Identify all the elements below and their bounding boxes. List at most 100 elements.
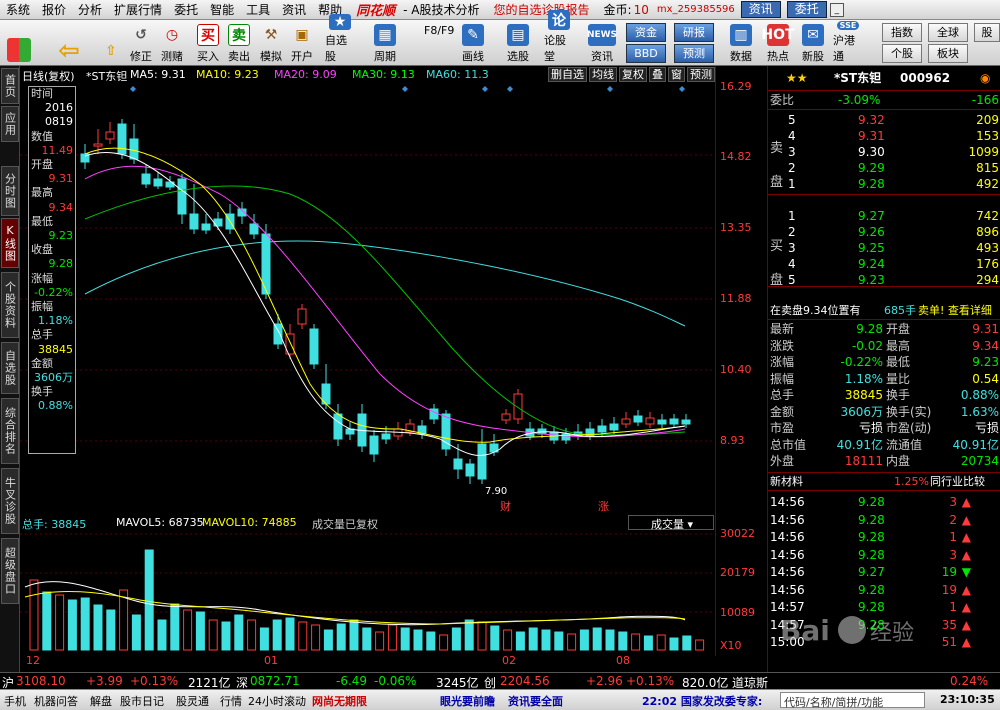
- global-button[interactable]: 全球: [928, 23, 968, 42]
- indicator-dropdown[interactable]: 成交量 ▾: [628, 515, 714, 531]
- back-button[interactable]: ⇦: [54, 22, 84, 66]
- star-icon[interactable]: ★★: [786, 68, 808, 88]
- index-button[interactable]: 指数: [882, 23, 922, 42]
- fund-button[interactable]: 资金: [626, 23, 666, 42]
- info-value-label: 数值: [31, 129, 53, 143]
- minimize-icon[interactable]: _: [829, 2, 844, 17]
- overlay-button[interactable]: 叠: [649, 67, 666, 82]
- ma-button[interactable]: 均线: [589, 67, 617, 82]
- divider: [768, 490, 1000, 491]
- period-button[interactable]: ▦ 周期: [370, 22, 400, 64]
- tab-intraday[interactable]: 分时图: [1, 166, 19, 216]
- data-button[interactable]: ▥ 数据: [726, 22, 756, 64]
- open-account-button[interactable]: ▣ 开户: [287, 22, 317, 64]
- forecast-button[interactable]: 预测: [674, 44, 714, 63]
- tab-diagnosis[interactable]: 牛叉诊股: [1, 468, 19, 534]
- menu-news[interactable]: 资讯: [276, 1, 312, 18]
- research-button[interactable]: 研报: [674, 23, 714, 42]
- status-analysis[interactable]: 解盘: [90, 693, 112, 709]
- stock-button[interactable]: 股: [974, 23, 1000, 42]
- arrow-up-icon: ⇧: [105, 43, 117, 59]
- grid-view-button[interactable]: [4, 22, 34, 64]
- hot-button[interactable]: HOT 热点: [761, 22, 795, 64]
- color-wheel-icon[interactable]: ◉: [980, 68, 990, 88]
- status-gulingtong[interactable]: 股灵通: [176, 693, 209, 709]
- volume-chart[interactable]: [20, 532, 715, 652]
- axis-price-3: 13.35: [720, 221, 752, 234]
- sell-level-row[interactable]: 2 9.29 815: [768, 160, 1000, 176]
- buy-level-row[interactable]: 1 9.27 742: [768, 208, 1000, 224]
- sell-level-row[interactable]: 1 9.28 492: [768, 176, 1000, 192]
- fix-button[interactable]: ↺ 修正: [126, 22, 156, 64]
- window-button[interactable]: 窗: [668, 67, 685, 82]
- watchlist-button[interactable]: ★ 自选股: [325, 14, 355, 64]
- test-button[interactable]: ◷ 测赌: [157, 22, 187, 64]
- sell-level-row[interactable]: 3 9.30 1099: [768, 144, 1000, 160]
- tab-home[interactable]: 首页: [1, 68, 19, 104]
- sell-level-row[interactable]: 4 9.31 153: [768, 128, 1000, 144]
- simulate-button[interactable]: ⚒ 模拟: [256, 22, 286, 64]
- trade-button[interactable]: 委托: [786, 1, 827, 18]
- tab-apps[interactable]: 应用: [1, 106, 19, 142]
- promo-link[interactable]: 您的自选诊股报告: [494, 1, 590, 18]
- sz-index[interactable]: 0872.71: [250, 674, 300, 688]
- buy-button[interactable]: 买买入: [193, 22, 223, 64]
- kline-chart[interactable]: 7.90 财 涨: [20, 84, 715, 514]
- buy-level-row[interactable]: 3 9.25 493: [768, 240, 1000, 256]
- sector-button[interactable]: 板块: [928, 44, 968, 63]
- industry-compare-button[interactable]: 同行业比较: [930, 474, 985, 490]
- axis-month-12: 12: [26, 654, 40, 667]
- remove-watchlist-button[interactable]: 删自选: [548, 67, 587, 82]
- draw-line-button[interactable]: ✎ 画线: [458, 22, 488, 64]
- menu-system[interactable]: 系统: [0, 1, 36, 18]
- menu-analysis[interactable]: 分析: [72, 1, 108, 18]
- ad-text-2[interactable]: 眼光要前瞻: [440, 693, 495, 709]
- menu-trade[interactable]: 委托: [168, 1, 204, 18]
- sh-index[interactable]: 3108.10: [16, 674, 66, 688]
- level-number: 2: [788, 225, 796, 239]
- news-ticker[interactable]: 22:02 国家发改委专家:: [642, 693, 762, 709]
- predict-button[interactable]: 预测: [687, 67, 715, 82]
- ipo-button[interactable]: ✉ 新股: [798, 22, 828, 64]
- menu-tools[interactable]: 工具: [240, 1, 276, 18]
- ad-text-1[interactable]: 网尚无期限: [312, 693, 367, 709]
- status-diary[interactable]: 股市日记: [120, 693, 164, 709]
- news-button[interactable]: 资讯: [740, 1, 781, 18]
- hk-connect-button[interactable]: SSE 沪港通: [833, 21, 863, 64]
- cy-index[interactable]: 2204.56: [500, 674, 550, 688]
- single-stock-button[interactable]: 个股: [882, 44, 922, 63]
- marker-finance[interactable]: 财: [500, 499, 511, 513]
- user-account[interactable]: mx_259385596: [657, 4, 735, 15]
- menu-quote[interactable]: 报价: [36, 1, 72, 18]
- sell-alert-link[interactable]: 卖单! 查看详细: [918, 303, 992, 319]
- status-qa[interactable]: 机器问答: [34, 693, 78, 709]
- axis-price-1: 16.29: [720, 80, 752, 93]
- sell-button[interactable]: 卖卖出: [224, 22, 254, 64]
- up-button[interactable]: ⇧: [96, 22, 126, 64]
- adjust-button[interactable]: 复权: [619, 67, 647, 82]
- buy-level-row[interactable]: 2 9.26 896: [768, 224, 1000, 240]
- ad-text-3[interactable]: 资讯要全面: [508, 693, 563, 709]
- status-quotes[interactable]: 行情: [220, 693, 242, 709]
- buy-level-row[interactable]: 4 9.24 176: [768, 256, 1000, 272]
- status-24h[interactable]: 24小时滚动: [248, 693, 306, 709]
- tab-ranking[interactable]: 综合排名: [1, 398, 19, 464]
- stock-screen-button[interactable]: ▤ 选股: [503, 22, 533, 64]
- tab-profile[interactable]: 个股资料: [1, 272, 19, 338]
- level-volume: 176: [976, 257, 999, 271]
- bbd-button[interactable]: BBD: [626, 44, 666, 63]
- tab-orderbook[interactable]: 超级盘口: [1, 538, 19, 604]
- search-input[interactable]: 代码/名称/简拼/功能: [780, 692, 925, 709]
- sell-level-row[interactable]: 5 9.32 209: [768, 112, 1000, 128]
- menu-smart[interactable]: 智能: [204, 1, 240, 18]
- period-label[interactable]: 日线(复权): [22, 68, 75, 84]
- sector-name[interactable]: 新材料: [770, 474, 803, 490]
- status-mobile[interactable]: 手机: [4, 693, 26, 709]
- forum-button[interactable]: 论论股堂: [544, 10, 574, 64]
- tab-kline[interactable]: K线图: [1, 218, 19, 268]
- menu-extended[interactable]: 扩展行情: [108, 1, 168, 18]
- news-tool-button[interactable]: NEWS 资讯: [587, 22, 617, 64]
- marker-limit-up[interactable]: 涨: [598, 500, 609, 513]
- tab-watchlist[interactable]: 自选股: [1, 342, 19, 394]
- candle-body: [501, 413, 511, 421]
